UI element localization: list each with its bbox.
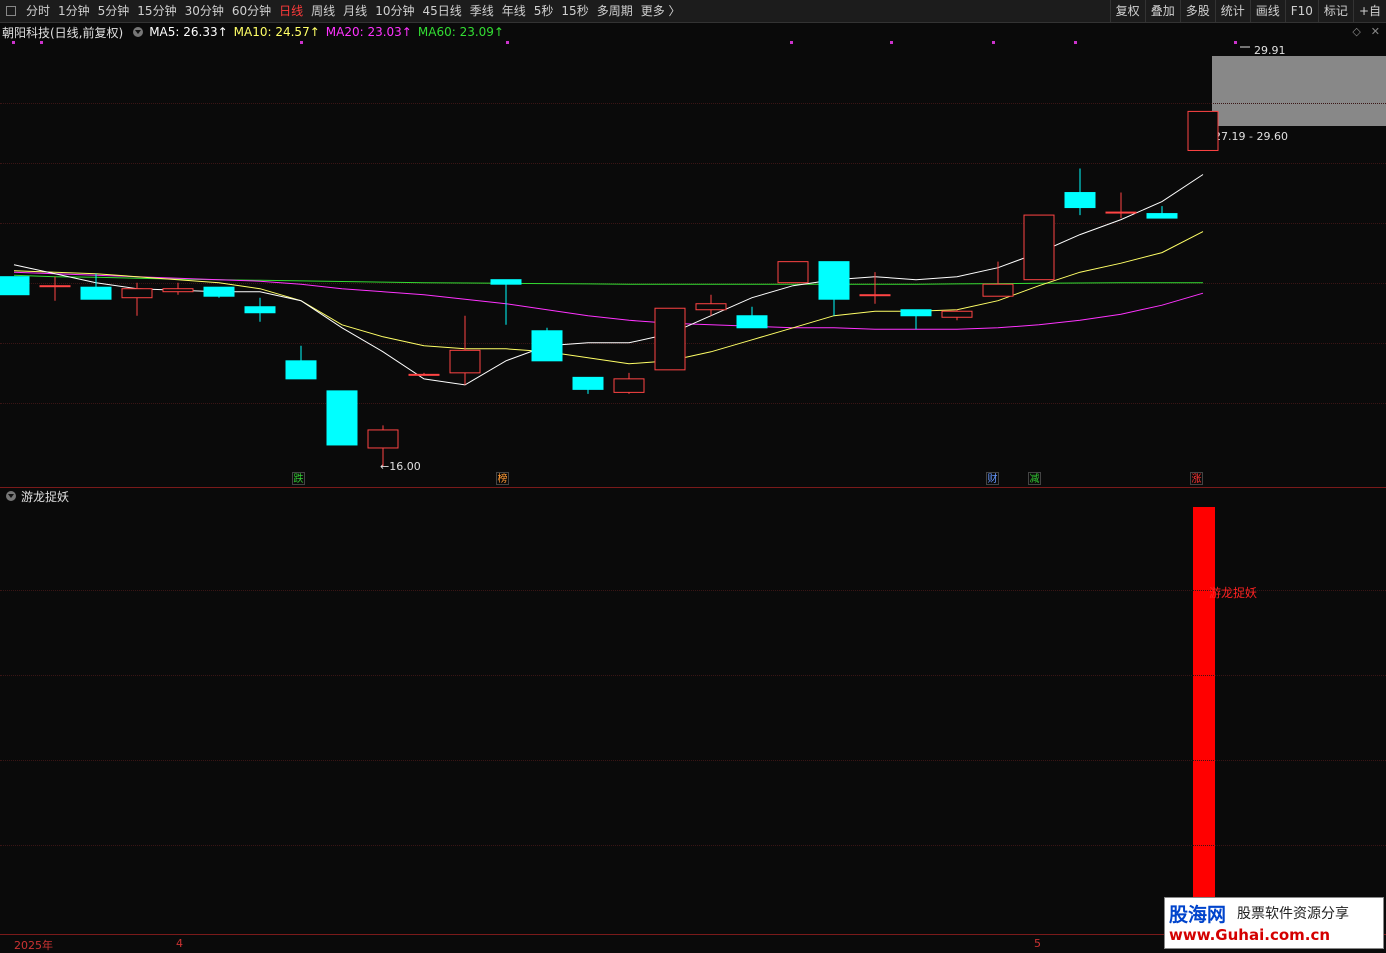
candle-body (449, 349, 481, 374)
axis-label-year: 2025年 (14, 939, 53, 952)
grid-line (0, 590, 1386, 591)
candle-body (121, 288, 153, 299)
watermark-url: www.Guhai.com.cn (1169, 926, 1331, 944)
signal-dot (1234, 41, 1237, 44)
indicator-bar-label: 游龙捉妖 (1209, 586, 1258, 600)
watermark-slogan: 股票软件资源分享 (1237, 906, 1349, 922)
candle-body (490, 279, 522, 285)
indicator-name: 游龙捉妖 (21, 489, 70, 504)
signal-dot (506, 41, 509, 44)
candle-body (1064, 192, 1096, 209)
candle-body (80, 286, 112, 300)
signal-dot (1074, 41, 1077, 44)
grid-line (0, 675, 1386, 676)
axis-label-may: 5 (1034, 937, 1041, 950)
candle-body (900, 309, 932, 317)
axis-label-april: 4 (176, 937, 183, 950)
candle-body (326, 390, 358, 446)
watermark: 股海网 股票软件资源分享 www.Guhai.com.cn (1164, 897, 1384, 949)
candle-body (244, 306, 276, 314)
event-tag-fall[interactable]: 跌 (292, 472, 305, 485)
candle-body (982, 283, 1014, 297)
candle-body (777, 261, 809, 284)
signal-dot (40, 41, 43, 44)
signal-dot (300, 41, 303, 44)
candle-body (203, 286, 235, 297)
watermark-brand: 股海网 (1169, 904, 1227, 926)
candle-body (1187, 110, 1219, 151)
signal-dot (890, 41, 893, 44)
candle-body (367, 429, 399, 449)
signal-dot (12, 41, 15, 44)
event-tag-list[interactable]: 榜 (496, 472, 509, 485)
signal-dot (992, 41, 995, 44)
candle-body (1105, 211, 1137, 214)
indicator-bar (1193, 507, 1215, 934)
grid-line (0, 845, 1386, 846)
candle-body (39, 285, 71, 288)
candle-body (162, 288, 194, 293)
candle-body (572, 376, 604, 390)
grid-line (0, 760, 1386, 761)
pane-divider[interactable] (0, 487, 1386, 488)
candle-body (859, 294, 891, 297)
event-tag-finance[interactable]: 财 (986, 472, 999, 485)
candle-body (736, 315, 768, 329)
candle-body (285, 360, 317, 380)
candle-body (818, 261, 850, 300)
candle-body (654, 307, 686, 371)
signal-dot (790, 41, 793, 44)
candle-body (1146, 213, 1178, 219)
candle-body (0, 276, 30, 296)
candle-body (1023, 214, 1055, 281)
candle-body (941, 310, 973, 318)
kline-chart[interactable] (0, 0, 1386, 952)
candle-body (695, 303, 727, 311)
indicator-legend: 游龙捉妖 (2, 488, 69, 504)
event-tag-reduce[interactable]: 减 (1028, 472, 1041, 485)
candle-body (531, 330, 563, 362)
indicator-dropdown-icon[interactable] (6, 491, 16, 501)
candle-body (408, 373, 440, 376)
event-tag-rise[interactable]: 涨 (1190, 472, 1203, 485)
candle-body (613, 378, 645, 393)
